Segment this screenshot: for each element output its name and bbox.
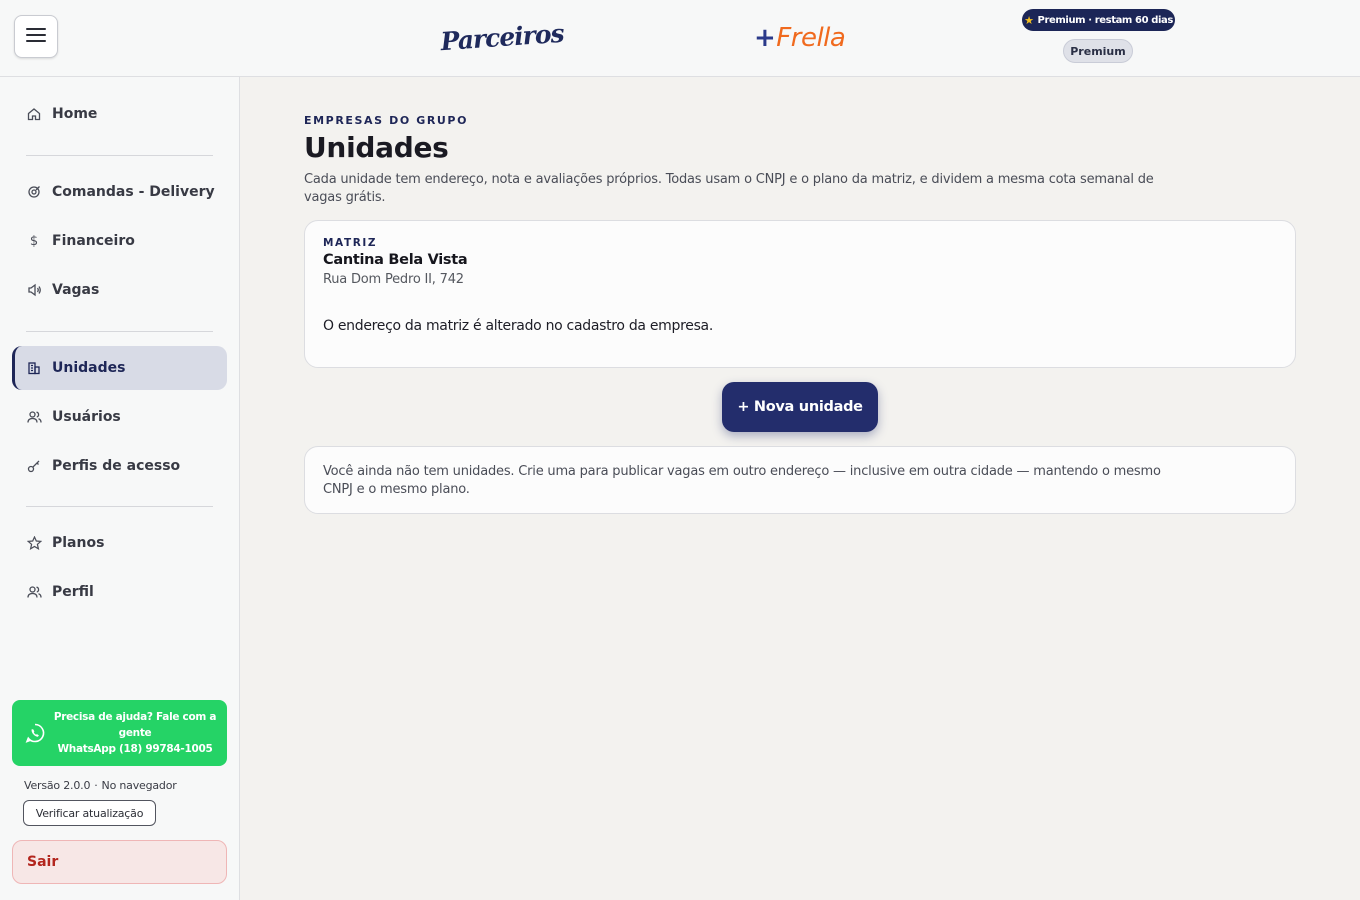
verify-update-button[interactable]: Verificar atualização (23, 800, 156, 826)
sidebar-item-label: Perfil (52, 584, 94, 600)
premium-plan-pill[interactable]: Premium (1063, 39, 1133, 63)
version-info: Versão 2.0.0 · No navegador (24, 779, 177, 792)
whatsapp-help-button[interactable]: Precisa de ajuda? Fale com a gente Whats… (12, 700, 227, 766)
users-icon (26, 409, 42, 425)
sidebar-item-comandas-delivery[interactable]: Comandas - Delivery (12, 170, 227, 214)
version-mode: No navegador (101, 779, 177, 792)
star-icon: ★ (1024, 13, 1034, 27)
megaphone-icon (26, 282, 42, 298)
section-eyebrow: EMPRESAS DO GRUPO (304, 114, 469, 127)
help-text-line2: WhatsApp (18) 99784-1005 (57, 743, 213, 755)
hamburger-menu-icon (26, 27, 46, 47)
help-text-line1: Precisa de ajuda? Fale com a gente (53, 711, 217, 739)
sidebar-item-perfis-de-acesso[interactable]: Perfis de acesso (12, 444, 227, 488)
sidebar-item-label: Home (52, 106, 98, 122)
sidebar-item-label: Financeiro (52, 233, 135, 249)
parceiros-logo: Parceiros (439, 18, 565, 56)
menu-button[interactable] (14, 15, 58, 58)
sidebar-divider (26, 506, 213, 507)
sidebar: Home Comandas - Delivery $ Financeiro Va… (0, 77, 240, 900)
empty-units-message: Você ainda não tem unidades. Crie uma pa… (323, 464, 1161, 497)
sidebar-item-home[interactable]: Home (12, 92, 227, 136)
matriz-note: O endereço da matriz é alterado no cadas… (323, 318, 713, 334)
frella-logo-text: Frella (776, 23, 846, 53)
help-text: Precisa de ajuda? Fale com a gente Whats… (52, 709, 218, 757)
user-icon (26, 584, 42, 600)
sidebar-divider (26, 331, 213, 332)
whatsapp-icon (24, 722, 46, 744)
new-unit-button[interactable]: + Nova unidade (722, 382, 878, 432)
sidebar-item-perfil[interactable]: Perfil (12, 570, 227, 614)
key-icon (26, 458, 42, 474)
top-header: Parceiros + Frella ★ Premium · restam 60 … (0, 0, 1360, 77)
premium-status-badge: ★ Premium · restam 60 dias (1022, 9, 1175, 31)
version-label: Versão 2.0.0 (24, 779, 91, 792)
sidebar-item-vagas[interactable]: Vagas (12, 268, 227, 312)
empty-units-card: Você ainda não tem unidades. Crie uma pa… (304, 446, 1296, 514)
sidebar-item-label: Planos (52, 535, 105, 551)
frella-logo: + Frella (754, 21, 846, 55)
target-icon (26, 184, 42, 200)
frella-logo-plus: + (754, 23, 776, 53)
premium-status-text: Premium · restam 60 dias (1037, 14, 1174, 26)
dollar-icon: $ (29, 233, 39, 249)
page-description: Cada unidade tem endereço, nota e avalia… (304, 172, 1154, 205)
sidebar-item-label: Vagas (52, 282, 100, 298)
matriz-tag: MATRIZ (323, 237, 378, 249)
sidebar-divider (26, 155, 213, 156)
sidebar-item-label: Usuários (52, 409, 121, 425)
logout-button[interactable]: Sair (12, 840, 227, 884)
sidebar-item-label: Perfis de acesso (52, 458, 181, 474)
matriz-address: Rua Dom Pedro II, 742 (323, 272, 464, 287)
sidebar-item-financeiro[interactable]: $ Financeiro (12, 219, 227, 263)
sidebar-item-planos[interactable]: Planos (12, 521, 227, 565)
home-icon (26, 106, 42, 122)
sidebar-item-label: Unidades (52, 360, 126, 376)
building-icon (26, 360, 42, 376)
page-title: Unidades (304, 131, 449, 164)
matriz-card: MATRIZ Cantina Bela Vista Rua Dom Pedro … (304, 220, 1296, 368)
star-icon (26, 535, 42, 551)
sidebar-item-label: Comandas - Delivery (52, 184, 215, 200)
sidebar-item-usuarios[interactable]: Usuários (12, 395, 227, 439)
sidebar-item-unidades[interactable]: Unidades (12, 346, 227, 390)
version-separator: · (94, 779, 98, 792)
matriz-name: Cantina Bela Vista (323, 252, 468, 268)
